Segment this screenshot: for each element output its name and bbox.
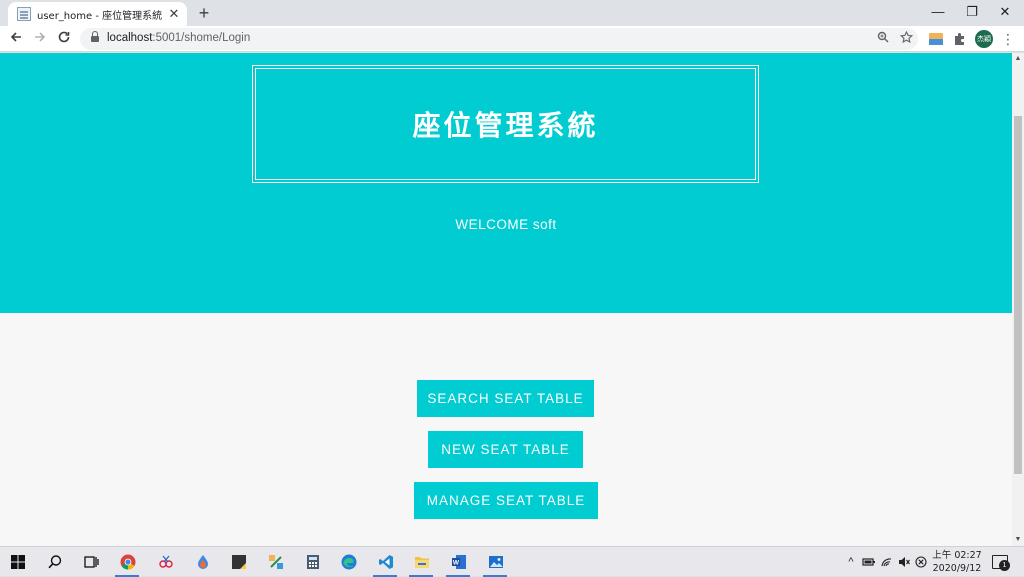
paint-3d-icon[interactable] [187, 547, 217, 577]
photos-icon[interactable] [480, 547, 510, 577]
vscode-icon[interactable] [370, 547, 400, 577]
edge-browser-icon[interactable] [333, 547, 363, 577]
tools-app-icon[interactable] [260, 547, 290, 577]
tab-strip: user_home - 座位管理系統 ✕ + — ❐ ✕ [0, 0, 1024, 26]
file-explorer-icon[interactable] [406, 547, 436, 577]
search-seat-table-button[interactable]: SEARCH SEAT TABLE [417, 380, 594, 417]
zoom-icon[interactable] [875, 31, 891, 47]
vertical-scrollbar[interactable]: ▲ ▼ [1012, 53, 1024, 546]
browser-tab[interactable]: user_home - 座位管理系統 ✕ [8, 2, 187, 26]
snipping-tool-icon[interactable] [150, 547, 180, 577]
title-frame: 座位管理系統 [252, 65, 759, 183]
new-seat-table-button[interactable]: NEW SEAT TABLE [428, 431, 583, 468]
notification-count-badge: 1 [999, 560, 1010, 571]
url-text: localhost:5001/shome/Login [107, 32, 251, 44]
ime-status-icon[interactable] [914, 555, 928, 569]
tab-title: user_home - 座位管理系統 [37, 10, 163, 22]
start-button[interactable] [2, 547, 32, 577]
address-bar[interactable]: localhost:5001/shome/Login [80, 28, 918, 50]
word-icon[interactable]: W [443, 547, 473, 577]
restore-button[interactable]: ❐ [956, 0, 988, 24]
clock-time: 上午 02:27 [932, 550, 982, 561]
browser-toolbar: localhost:5001/shome/Login 杰穎 ⋮ [0, 26, 1024, 52]
page-favicon-icon [17, 7, 31, 21]
manage-seat-table-button[interactable]: MANAGE SEAT TABLE [414, 482, 598, 519]
show-hidden-icons-chevron-icon[interactable]: ^ [844, 555, 858, 569]
profile-avatar[interactable]: 杰穎 [975, 30, 993, 48]
bookmark-star-icon[interactable] [898, 30, 914, 47]
new-tab-button[interactable]: + [194, 3, 214, 23]
reload-icon[interactable] [54, 29, 74, 49]
wifi-icon[interactable] [880, 555, 894, 569]
close-window-button[interactable]: ✕ [989, 0, 1021, 24]
forward-arrow-icon[interactable] [30, 29, 50, 49]
tab-close-icon[interactable]: ✕ [167, 6, 181, 22]
browser-menu-icon[interactable]: ⋮ [1001, 29, 1015, 49]
lock-icon [91, 31, 99, 43]
back-arrow-icon[interactable] [6, 29, 26, 49]
scroll-down-arrow-icon[interactable]: ▼ [1012, 534, 1024, 546]
calculator-icon[interactable] [297, 547, 327, 577]
hero-banner: 座位管理系統 WELCOME soft [0, 53, 1012, 313]
search-icon[interactable] [39, 547, 69, 577]
puzzle-extensions-icon[interactable] [952, 31, 968, 47]
windows-taskbar: W ^ 上午 02:27 2020/9/12 1 [0, 546, 1024, 577]
page-title: 座位管理系統 [412, 109, 599, 142]
task-view-icon[interactable] [75, 547, 105, 577]
scroll-up-arrow-icon[interactable]: ▲ [1012, 53, 1024, 65]
scrollbar-thumb[interactable] [1014, 116, 1022, 474]
chrome-taskbar-icon[interactable] [112, 547, 142, 577]
page-viewport: 座位管理系統 WELCOME soft SEARCH SEAT TABLE NE… [0, 53, 1012, 546]
welcome-message: WELCOME soft [455, 217, 557, 232]
svg-text:W: W [453, 560, 460, 567]
clock-date: 2020/9/12 [932, 563, 982, 574]
sticky-notes-icon[interactable] [223, 547, 253, 577]
minimize-button[interactable]: — [922, 0, 954, 24]
taskbar-clock[interactable]: 上午 02:27 2020/9/12 [930, 549, 984, 575]
volume-muted-icon[interactable] [897, 555, 911, 569]
battery-icon[interactable] [862, 555, 876, 569]
extension-icon[interactable] [928, 31, 944, 47]
